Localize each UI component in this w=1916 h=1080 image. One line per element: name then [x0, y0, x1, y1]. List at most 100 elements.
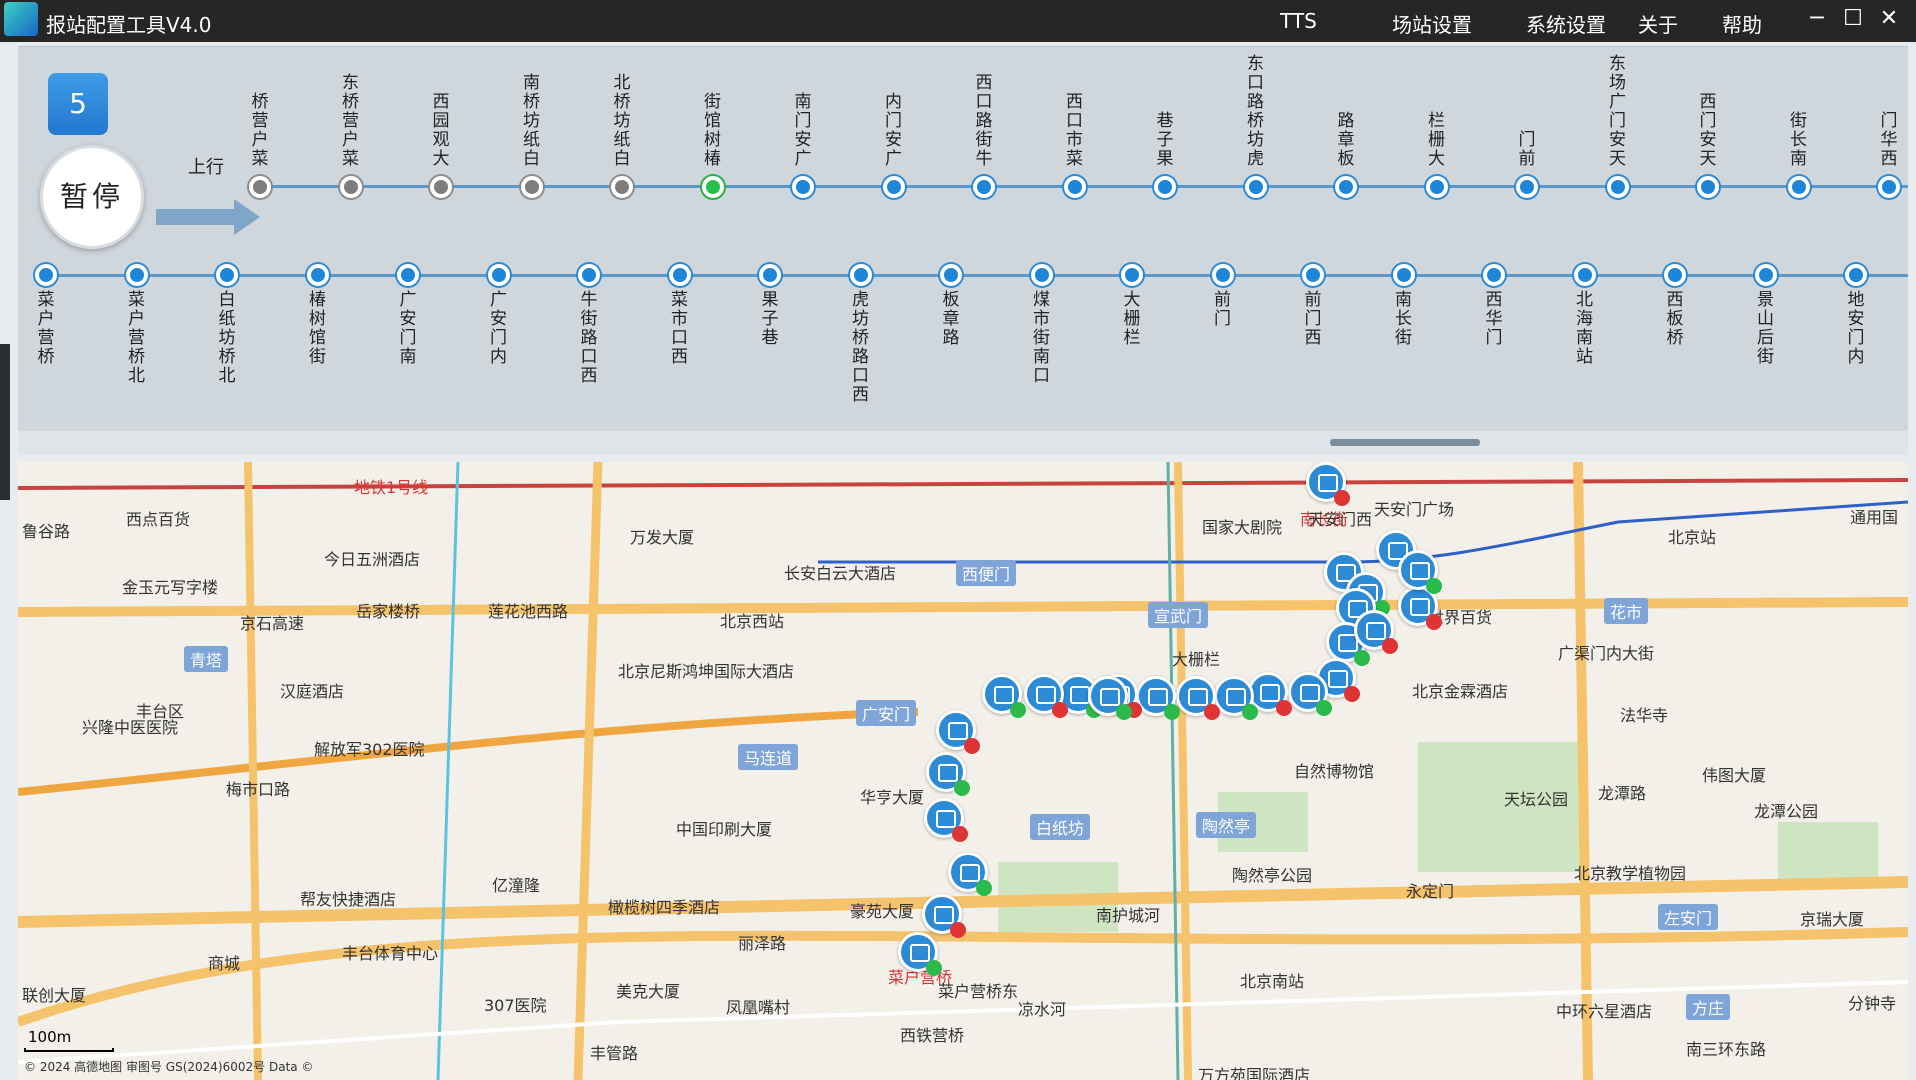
lower-station-label: 西板桥 — [1666, 290, 1684, 348]
map-label: 汉庭酒店 — [280, 682, 345, 701]
lower-station-dot[interactable] — [1664, 264, 1686, 286]
upper-station-label: 巷子果 — [1156, 111, 1174, 169]
menu-tts[interactable]: TTS — [1280, 9, 1317, 33]
map-label: 宣武门 — [1148, 602, 1209, 628]
lower-station-dot[interactable] — [578, 264, 600, 286]
upper-station-dot[interactable] — [339, 176, 362, 198]
pause-button[interactable]: 暂停 — [40, 145, 144, 249]
map-label: 帮友快捷酒店 — [300, 890, 397, 909]
green-direction-icon — [1010, 702, 1026, 718]
lower-station-label: 景山后街 — [1757, 290, 1774, 367]
map-scale-label: 100m — [28, 1028, 72, 1046]
upper-station-dot[interactable] — [1244, 176, 1267, 198]
close-button[interactable]: ✕ — [1874, 4, 1904, 34]
upper-station-dot[interactable] — [1787, 176, 1810, 198]
map-label: 凤凰嘴村 — [726, 998, 791, 1017]
green-direction-icon — [976, 880, 992, 896]
upper-station-dot[interactable] — [430, 176, 452, 198]
menu-station-settings[interactable]: 场站设置 — [1392, 9, 1472, 38]
map-label: 解放军302医院 — [314, 740, 425, 759]
lower-station-dot[interactable] — [849, 264, 872, 286]
upper-station-dot[interactable] — [1425, 176, 1448, 198]
upper-station-label: 东桥营户菜 — [342, 73, 359, 169]
lower-station-dot[interactable] — [216, 264, 238, 286]
map-label: 天安门西 — [1308, 510, 1373, 529]
lower-station-label: 果子巷 — [761, 290, 779, 348]
map-label: 丰台体育中心 — [342, 944, 439, 963]
map-view[interactable]: 地铁1号线 西点百货 鲁谷路 万发大厦 今日五洲酒店 金玉元写字楼 长安白云大酒店 西便门 国家… — [18, 462, 1908, 1080]
lower-station-label: 板章路 — [942, 290, 960, 348]
upper-station-label: 东场广门安天 — [1609, 54, 1626, 169]
map-label: 菜户营桥东 — [938, 982, 1019, 1001]
red-direction-icon — [1426, 614, 1442, 630]
map-label: 华亨大厦 — [860, 788, 925, 807]
upper-station-dot[interactable] — [792, 176, 814, 198]
upper-station-dot[interactable] — [882, 176, 905, 198]
lower-station-dot[interactable] — [1483, 264, 1505, 286]
lower-station-dot[interactable] — [759, 264, 781, 286]
menu-help[interactable]: 帮助 — [1722, 9, 1762, 38]
map-label: 联创大厦 — [22, 986, 87, 1005]
map-label: 龙潭公园 — [1754, 802, 1819, 821]
lower-station-dot[interactable] — [397, 264, 419, 286]
upper-station-label: 北桥坊纸白 — [613, 73, 631, 169]
upper-station-dot[interactable] — [1335, 176, 1357, 198]
red-direction-icon — [1276, 700, 1292, 716]
menu-system-settings[interactable]: 系统设置 — [1526, 9, 1606, 38]
upper-station-dot[interactable] — [520, 176, 543, 198]
upper-station-dot[interactable] — [1516, 176, 1538, 198]
lower-station-dot[interactable] — [1845, 264, 1867, 286]
map-label: 西点百货 — [126, 510, 191, 529]
lower-station-dot[interactable] — [1121, 264, 1143, 286]
horizontal-scrollbar[interactable] — [18, 431, 1908, 455]
lower-station-dot[interactable] — [1030, 264, 1053, 286]
upper-station-dot[interactable] — [1606, 176, 1629, 198]
lower-station-dot[interactable] — [1754, 264, 1777, 286]
lower-station-dot[interactable] — [35, 264, 57, 286]
upper-station-label: 南桥坊纸白 — [523, 73, 540, 169]
lower-station-dot[interactable] — [306, 264, 329, 286]
map-label: 地铁1号线 — [354, 478, 429, 497]
red-direction-icon — [1204, 704, 1220, 720]
upper-station-dot[interactable] — [701, 176, 724, 198]
lower-station-label: 菜户营桥 — [37, 290, 55, 367]
map-label: 万发大厦 — [630, 528, 695, 547]
lower-station-dot[interactable] — [1211, 264, 1234, 286]
upper-station-dot[interactable] — [973, 176, 995, 198]
lower-station-dot[interactable] — [487, 264, 510, 286]
direction-label: 上行 — [188, 157, 224, 178]
map-label: 自然博物馆 — [1294, 762, 1375, 781]
upper-station-dot[interactable] — [1063, 176, 1086, 198]
lower-station-dot[interactable] — [1392, 264, 1415, 286]
map-label: 兴隆中医医院 — [82, 718, 179, 737]
lower-station-dot[interactable] — [125, 264, 148, 286]
map-label: 天坛公园 — [1504, 790, 1569, 809]
map-label: 左安门 — [1658, 904, 1719, 930]
map-label: 陶然亭 — [1196, 812, 1257, 838]
minimize-button[interactable]: ─ — [1802, 4, 1832, 34]
lower-station-dot[interactable] — [1302, 264, 1324, 286]
maximize-button[interactable]: ☐ — [1838, 4, 1868, 34]
upper-station-dot[interactable] — [1878, 176, 1900, 198]
upper-station-dot[interactable] — [249, 176, 271, 198]
map-label: 大栅栏 — [1172, 650, 1221, 669]
upper-station-dot[interactable] — [611, 176, 633, 198]
map-label: 长安白云大酒店 — [784, 564, 897, 583]
lower-station-label: 前门西 — [1304, 290, 1322, 348]
scrollbar-thumb[interactable] — [1330, 439, 1480, 446]
map-label: 鲁谷路 — [22, 522, 71, 541]
upper-station-dot[interactable] — [1697, 176, 1719, 198]
lower-station-dot[interactable] — [940, 264, 962, 286]
map-label: 南护城河 — [1096, 906, 1161, 925]
lower-station-dot[interactable] — [668, 264, 691, 286]
route-panel: 5 暂停 上行 桥营户菜 东桥营户菜 西园观大 南桥坊纸白 北桥坊纸白 街馆树椿 南门安广 内… — [18, 46, 1908, 455]
lower-station-dot[interactable] — [1573, 264, 1596, 286]
menu-about[interactable]: 关于 — [1638, 9, 1678, 38]
green-direction-icon — [954, 780, 970, 796]
upper-station-dot[interactable] — [1154, 176, 1176, 198]
upper-station-label: 西门安天 — [1699, 92, 1717, 169]
upper-station-label: 西口路街牛 — [975, 73, 993, 169]
side-collapse-handle[interactable] — [0, 344, 10, 500]
map-label: 京石高速 — [240, 614, 305, 633]
route-number-badge[interactable]: 5 — [48, 73, 108, 135]
